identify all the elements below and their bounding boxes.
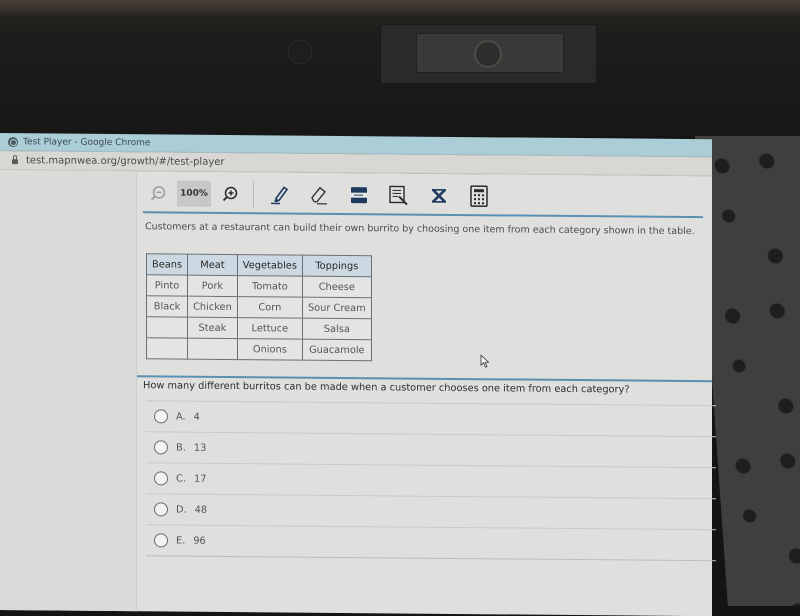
question-text: How many different burritos can be made …	[143, 380, 703, 396]
passage-text: Customers at a restaurant can build thei…	[145, 221, 705, 237]
notepad-button[interactable]	[384, 182, 414, 208]
webcam-lens	[474, 40, 502, 68]
radio-button[interactable]	[154, 471, 168, 485]
lock-icon	[12, 159, 18, 164]
choice-value: 13	[194, 442, 206, 453]
highlighter-icon	[268, 183, 290, 205]
choice-letter: A.	[176, 411, 186, 422]
highlighter-button[interactable]	[264, 181, 294, 207]
table-cell: Lettuce	[237, 318, 302, 340]
table-cell: Sour Cream	[302, 297, 371, 319]
line-reader-icon	[349, 185, 369, 205]
table-cell: Black	[147, 296, 188, 317]
chrome-app-icon	[8, 137, 18, 147]
radio-button[interactable]	[154, 533, 168, 547]
eraser-button[interactable]	[304, 182, 334, 208]
answer-choices: A. 4 B. 13 C. 17 D. 48 E. 96	[146, 400, 716, 561]
choice-c[interactable]: C. 17	[146, 462, 716, 498]
calculator-icon	[469, 185, 489, 207]
header-toppings: Toppings	[302, 255, 371, 277]
table-cell: Pinto	[147, 275, 188, 296]
choice-letter: D.	[176, 504, 187, 515]
zoom-in-button[interactable]	[215, 181, 245, 207]
choice-value: 48	[195, 504, 207, 515]
table-cell	[147, 317, 188, 338]
url-text[interactable]: test.mapnwea.org/growth/#/test-player	[26, 155, 225, 168]
toolbar-divider	[253, 181, 254, 207]
choice-letter: C.	[176, 473, 186, 484]
zoom-level: 100%	[177, 181, 211, 207]
table-cell: Pork	[188, 275, 238, 296]
table-cell	[147, 338, 188, 359]
test-player-page: 100%	[0, 170, 712, 616]
radio-button[interactable]	[154, 440, 168, 454]
table-row: Onions Guacamole	[147, 338, 372, 361]
window-title: Test Player - Google Chrome	[23, 137, 150, 148]
choice-letter: E.	[176, 535, 185, 546]
eraser-icon	[308, 184, 330, 206]
header-vegetables: Vegetables	[237, 255, 302, 277]
radio-button[interactable]	[154, 502, 168, 516]
zoom-in-icon	[221, 185, 239, 203]
light-sensor	[288, 40, 312, 64]
table-cell	[188, 338, 238, 359]
choice-a[interactable]: A. 4	[146, 400, 716, 436]
choice-value: 4	[194, 411, 200, 422]
table-cell: Onions	[237, 339, 302, 361]
choice-value: 17	[194, 473, 206, 484]
table-row: Pinto Pork Tomato Cheese	[147, 275, 372, 298]
choice-e[interactable]: E. 96	[146, 524, 716, 561]
table-header-row: Beans Meat Vegetables Toppings	[147, 254, 372, 277]
calculator-button[interactable]	[464, 183, 494, 209]
table-cell: Tomato	[237, 276, 302, 298]
header-beans: Beans	[147, 254, 188, 275]
table-cell: Salsa	[302, 318, 371, 340]
table-cell: Guacamole	[302, 339, 371, 361]
background-wall	[0, 0, 800, 14]
left-margin	[0, 170, 137, 611]
table-cell: Chicken	[188, 296, 238, 317]
mouse-cursor-icon	[480, 354, 490, 368]
table-cell: Steak	[188, 317, 238, 338]
zoom-out-button[interactable]	[143, 180, 173, 206]
table-row: Black Chicken Corn Sour Cream	[147, 296, 372, 319]
burrito-options-table: Beans Meat Vegetables Toppings Pinto Por…	[146, 253, 372, 361]
table-cell: Cheese	[302, 276, 371, 298]
radio-button[interactable]	[154, 409, 168, 423]
choice-b[interactable]: B. 13	[146, 431, 716, 467]
zoom-out-icon	[149, 184, 167, 202]
header-meat: Meat	[188, 254, 238, 275]
choice-d[interactable]: D. 48	[146, 493, 716, 529]
line-reader-button[interactable]	[344, 182, 374, 208]
table-cell: Corn	[237, 297, 302, 319]
answer-eliminator-icon	[429, 186, 449, 206]
tool-bar: 100%	[143, 175, 703, 218]
choice-letter: B.	[176, 442, 186, 453]
browser-window: Test Player - Google Chrome test.mapnwea…	[0, 133, 712, 609]
choice-value: 96	[193, 535, 205, 546]
table-row: Steak Lettuce Salsa	[147, 317, 372, 340]
answer-eliminator-button[interactable]	[424, 183, 454, 209]
notepad-icon	[388, 184, 410, 206]
